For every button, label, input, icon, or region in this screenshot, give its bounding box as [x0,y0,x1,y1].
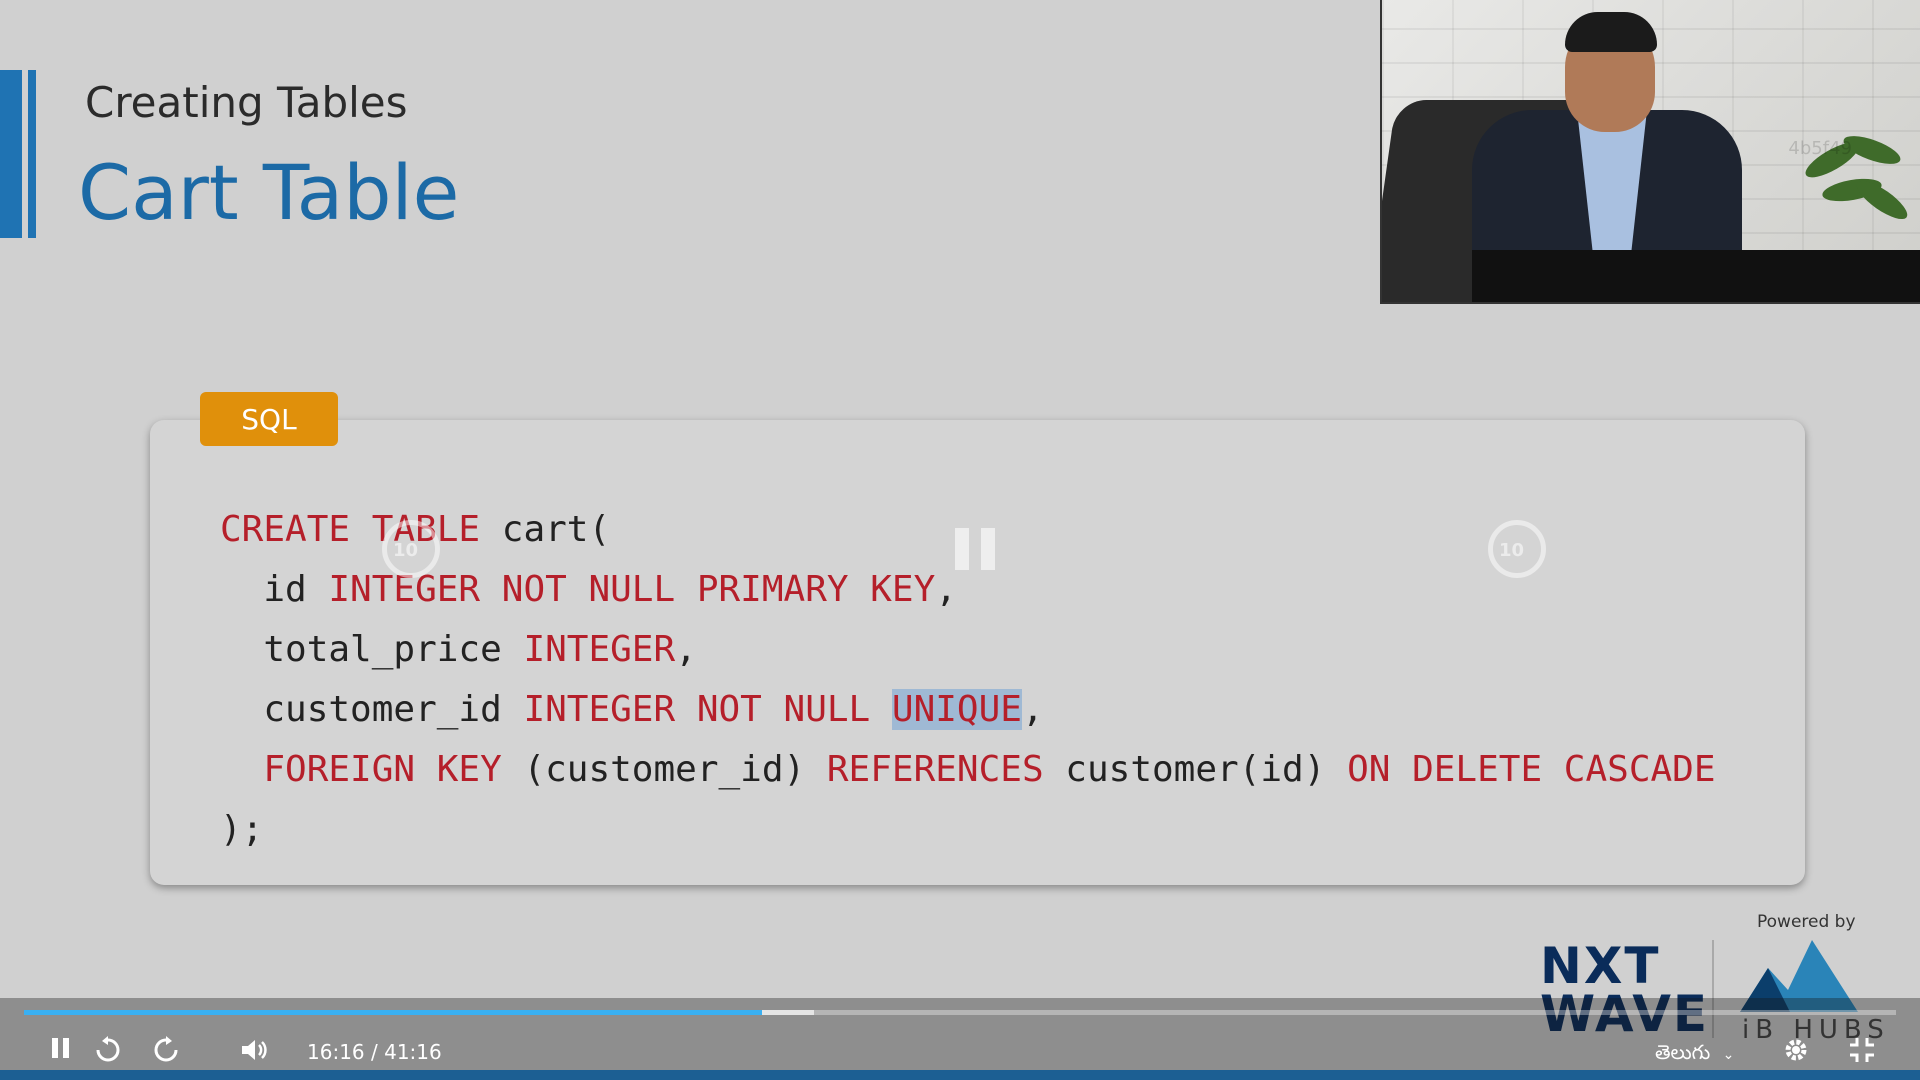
gear-icon[interactable] [1782,1036,1810,1071]
current-time: 16:16 [307,1040,365,1064]
sql-keyword: INTEGER NOT NULL [523,689,871,730]
sql-keyword: REFERENCES [826,749,1044,790]
slide-subtitle: Creating Tables [85,78,408,127]
presenter-video: 4b5f49 [1380,0,1920,304]
sql-text: ); [220,809,264,850]
sql-text: , [1021,689,1044,730]
sql-text: , [675,629,697,670]
pause-icon[interactable] [50,1036,72,1067]
language-selector[interactable]: తెలుగు ⌄ [1655,1040,1734,1069]
presenter-hair [1565,12,1657,52]
sql-text: customer_id [220,689,524,730]
slide-title: Cart Table [78,148,460,237]
forward-10-icon[interactable] [152,1036,180,1071]
title-accent-bar [0,70,22,238]
sql-keyword: CREATE TABLE [220,509,481,550]
sql-text: (customer_id) [501,749,827,790]
language-label: తెలుగు [1655,1040,1711,1064]
sql-text: , [935,569,957,610]
sql-text: cart( [480,509,611,550]
volume-icon[interactable] [240,1036,270,1071]
code-line: customer_id INTEGER NOT NULL UNIQUE, [220,680,1716,740]
desk [1472,250,1920,302]
sql-keyword: INTEGER [523,629,676,670]
code-line: total_price INTEGER, [220,620,1716,680]
chevron-down-icon: ⌄ [1722,1047,1735,1063]
sql-keyword: FOREIGN KEY [220,749,502,790]
overlay-pause-icon[interactable] [955,528,999,570]
sql-keyword: ON DELETE CASCADE [1347,749,1716,790]
sql-text: total_price [220,629,524,670]
overlay-forward-label: 10 [1499,540,1525,561]
progress-played[interactable] [24,1010,762,1015]
video-watermark: 4b5f49 [1788,138,1852,159]
duration: 41:16 [384,1040,442,1064]
sql-text: customer(id) [1043,749,1348,790]
powered-by-label: Powered by [1757,912,1856,932]
rewind-10-icon[interactable] [94,1036,122,1071]
exit-fullscreen-icon[interactable] [1848,1036,1876,1071]
sql-text: id [220,569,329,610]
title-accent-bar-thin [28,70,36,238]
slide: Creating Tables Cart Table 4b5f49 SQL CR… [0,0,1920,1080]
code-line: ); [220,800,1716,860]
sql-keyword: UNIQUE [891,689,1022,730]
time-display: 16:16 / 41:16 [307,1040,442,1064]
overlay-rewind-label: 10 [393,540,419,561]
code-line: FOREIGN KEY (customer_id) REFERENCES cus… [220,740,1716,800]
bottom-strip [0,1070,1920,1080]
code-language-badge: SQL [200,392,338,446]
